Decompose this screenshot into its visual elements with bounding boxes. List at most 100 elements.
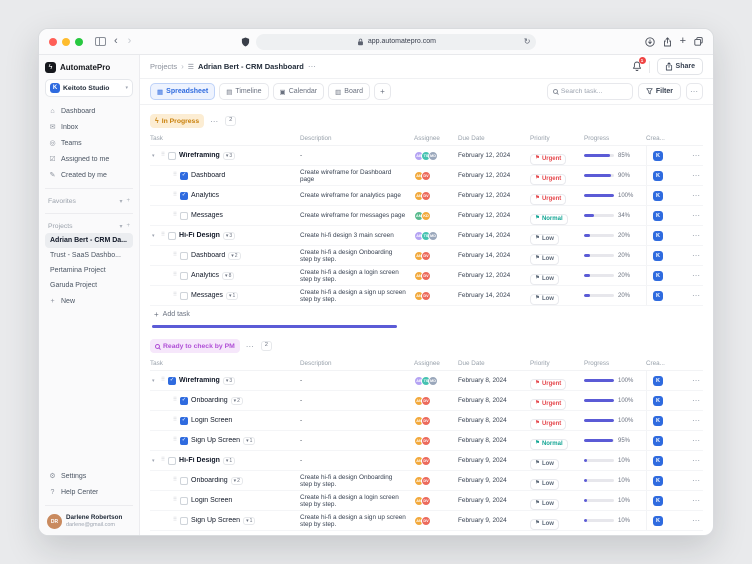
- assignee-avatars[interactable]: ABTSMD: [414, 151, 458, 161]
- task-checkbox[interactable]: [168, 377, 176, 385]
- search-task-box[interactable]: [547, 83, 633, 100]
- drag-handle-icon[interactable]: ⠿: [173, 273, 177, 279]
- row-more-button[interactable]: ⋯: [692, 476, 701, 485]
- drag-handle-icon[interactable]: ⠿: [173, 253, 177, 259]
- task-checkbox[interactable]: [180, 417, 188, 425]
- drag-handle-icon[interactable]: ⠿: [173, 478, 177, 484]
- task-checkbox[interactable]: [180, 252, 188, 260]
- new-tab-icon[interactable]: +: [680, 36, 686, 47]
- sidebar-item-help-center[interactable]: ?Help Center: [45, 484, 133, 500]
- horizontal-scrollbar[interactable]: [152, 325, 397, 328]
- task-checkbox[interactable]: [168, 457, 176, 465]
- priority-chip[interactable]: ⚑Urgent: [530, 174, 566, 185]
- row-more-button[interactable]: ⋯: [692, 396, 701, 405]
- close-window-button[interactable]: [49, 38, 57, 46]
- projects-section-header[interactable]: Projects ▾ +: [45, 219, 133, 233]
- table-row[interactable]: ▾ ⠿ Messages Create wireframe for messag…: [150, 206, 703, 226]
- table-row[interactable]: ▾ ⠿ Login Screen Create hi-fi a design a…: [150, 491, 703, 511]
- assignee-avatars[interactable]: ABTSMD: [414, 376, 458, 386]
- section-status-badge[interactable]: ϟ In Progress: [150, 114, 204, 128]
- priority-chip[interactable]: ⚑Urgent: [530, 154, 566, 165]
- add-task-button[interactable]: +Add task: [150, 306, 703, 323]
- section-more-button[interactable]: ⋯: [246, 342, 255, 351]
- tab-overview-icon[interactable]: [694, 37, 703, 46]
- table-row[interactable]: ▾ ⠿ Analytics ▾8 Create hi-fi a design a…: [150, 266, 703, 286]
- assignee-avatars[interactable]: ANDV: [414, 436, 458, 446]
- user-profile[interactable]: DR Darlene Robertson darlene@gmail.com: [45, 511, 133, 529]
- row-more-button[interactable]: ⋯: [692, 496, 701, 505]
- drag-handle-icon[interactable]: ⠿: [173, 498, 177, 504]
- breadcrumb-more-button[interactable]: ⋯: [308, 62, 317, 71]
- zoom-window-button[interactable]: [75, 38, 83, 46]
- drag-handle-icon[interactable]: ⠿: [161, 458, 165, 464]
- row-more-button[interactable]: ⋯: [692, 291, 701, 300]
- sidebar-item-created-by-me[interactable]: ✎Created by me: [45, 167, 133, 183]
- task-checkbox[interactable]: [168, 152, 176, 160]
- view-options-button[interactable]: ⋯: [686, 83, 703, 100]
- add-view-button[interactable]: +: [374, 83, 391, 100]
- downloads-icon[interactable]: [645, 37, 655, 47]
- sidebar-item-assigned-to-me[interactable]: ☑Assigned to me: [45, 151, 133, 167]
- priority-chip[interactable]: ⚑Urgent: [530, 419, 566, 430]
- row-expand-chevron[interactable]: ▾: [152, 458, 158, 464]
- chevron-down-icon[interactable]: ▾: [119, 223, 122, 230]
- drag-handle-icon[interactable]: ⠿: [173, 193, 177, 199]
- filter-button[interactable]: Filter: [638, 83, 681, 100]
- priority-chip[interactable]: ⚑Low: [530, 234, 559, 245]
- drag-handle-icon[interactable]: ⠿: [173, 173, 177, 179]
- table-row[interactable]: ▾ ⠿ Dashboard Create wireframe for Dashb…: [150, 166, 703, 186]
- assignee-avatars[interactable]: ANDV: [414, 456, 458, 466]
- assignee-avatars[interactable]: ANDV: [414, 396, 458, 406]
- tab-board[interactable]: ▥Board: [328, 83, 370, 100]
- assignee-avatars[interactable]: ANDV: [414, 476, 458, 486]
- row-more-button[interactable]: ⋯: [692, 191, 701, 200]
- drag-handle-icon[interactable]: ⠿: [173, 293, 177, 299]
- table-row[interactable]: ▾ ⠿ Analytics Create wireframe for analy…: [150, 186, 703, 206]
- table-row[interactable]: ▾ ⠿ Dashboard ▾2 Create hi-fi a design O…: [150, 246, 703, 266]
- search-input[interactable]: [561, 88, 627, 95]
- task-checkbox[interactable]: [180, 397, 188, 405]
- table-row[interactable]: ▾ ⠿ Hi-Fi Design ▾1 - ANDV February 9, 2…: [150, 451, 703, 471]
- sidebar-project-garuda[interactable]: Garuda Project: [45, 278, 133, 293]
- section-more-button[interactable]: ⋯: [210, 117, 219, 126]
- section-status-badge[interactable]: Ready to check by PM: [150, 339, 240, 353]
- table-row[interactable]: ▾ ⠿ Sign Up Screen ▾1 Create hi-fi a des…: [150, 511, 703, 531]
- task-checkbox[interactable]: [180, 497, 188, 505]
- row-more-button[interactable]: ⋯: [692, 436, 701, 445]
- sidebar-project-pertamina[interactable]: Pertamina Project: [45, 263, 133, 278]
- assignee-avatars[interactable]: ANDV: [414, 271, 458, 281]
- sidebar-project-trust[interactable]: Trust - SaaS Dashbo...: [45, 248, 133, 263]
- table-row[interactable]: ▾ ⠿ Onboarding ▾2 Create hi-fi a design …: [150, 471, 703, 491]
- share-button[interactable]: Share: [657, 58, 703, 75]
- add-task-button[interactable]: +Add task: [150, 531, 703, 535]
- row-more-button[interactable]: ⋯: [692, 516, 701, 525]
- assignee-avatars[interactable]: ANDV: [414, 416, 458, 426]
- notifications-button[interactable]: 1: [632, 61, 642, 72]
- drag-handle-icon[interactable]: ⠿: [173, 518, 177, 524]
- tab-timeline[interactable]: ▤Timeline: [219, 83, 268, 100]
- priority-chip[interactable]: ⚑Low: [530, 274, 559, 285]
- assignee-avatars[interactable]: ANDV: [414, 516, 458, 526]
- favorites-section-header[interactable]: Favorites ▾ +: [45, 194, 133, 208]
- task-checkbox[interactable]: [180, 477, 188, 485]
- task-checkbox[interactable]: [180, 437, 188, 445]
- row-more-button[interactable]: ⋯: [692, 271, 701, 280]
- row-more-button[interactable]: ⋯: [692, 211, 701, 220]
- drag-handle-icon[interactable]: ⠿: [173, 398, 177, 404]
- priority-chip[interactable]: ⚑Low: [530, 459, 559, 470]
- drag-handle-icon[interactable]: ⠿: [161, 378, 165, 384]
- assignee-avatars[interactable]: ANDV: [414, 191, 458, 201]
- sidebar-item-dashboard[interactable]: ⌂Dashboard: [45, 103, 133, 119]
- task-checkbox[interactable]: [180, 517, 188, 525]
- priority-chip[interactable]: ⚑Low: [530, 479, 559, 490]
- row-expand-chevron[interactable]: ▾: [152, 153, 158, 159]
- workspace-selector[interactable]: K Keitoto Studio ▾: [45, 79, 133, 97]
- row-more-button[interactable]: ⋯: [692, 376, 701, 385]
- row-more-button[interactable]: ⋯: [692, 231, 701, 240]
- refresh-icon[interactable]: ↻: [524, 38, 531, 46]
- row-expand-chevron[interactable]: ▾: [152, 233, 158, 239]
- task-checkbox[interactable]: [180, 272, 188, 280]
- browser-sidebar-toggle-icon[interactable]: [95, 37, 106, 46]
- tab-spreadsheet[interactable]: ▦Spreadsheet: [150, 83, 215, 100]
- priority-chip[interactable]: ⚑Urgent: [530, 399, 566, 410]
